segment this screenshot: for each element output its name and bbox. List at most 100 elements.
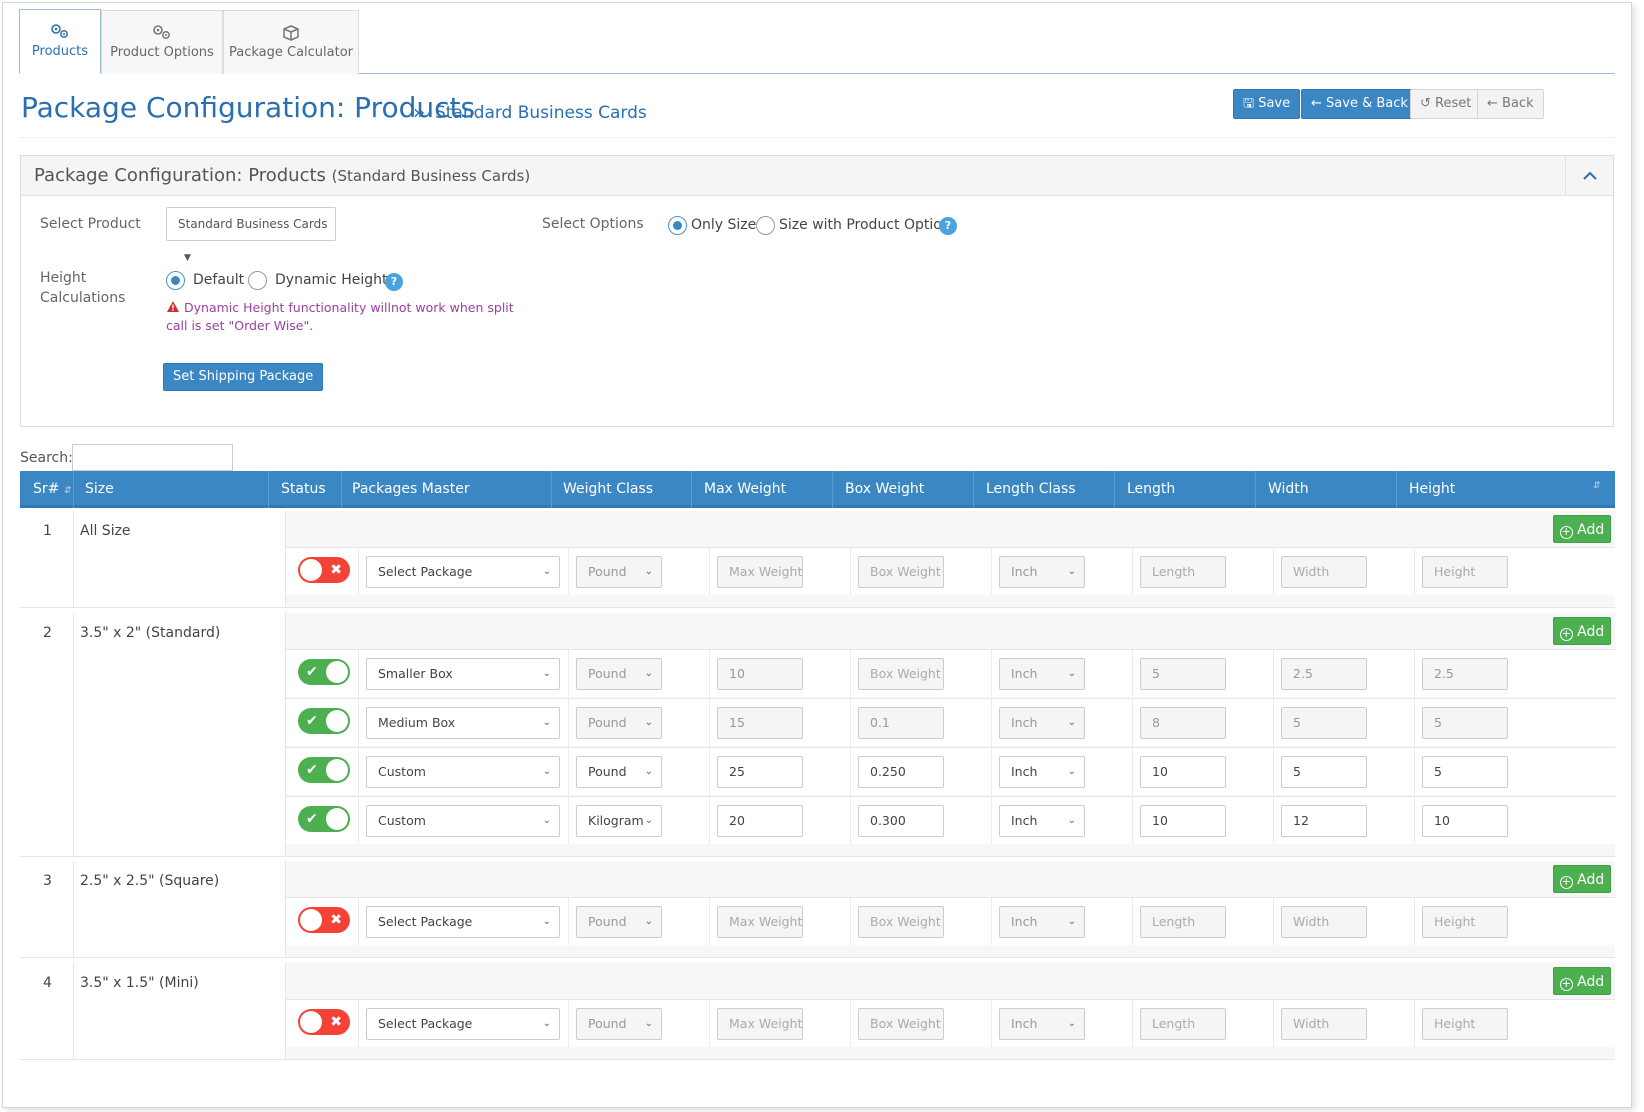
tab-product-options[interactable]: Product Options <box>101 10 223 74</box>
max-weight-input[interactable]: Max Weight <box>717 556 803 588</box>
sort-icon[interactable]: ⇵ <box>1593 481 1601 491</box>
weight-class-select[interactable]: Pound ⌄ <box>576 906 662 938</box>
radio-size-with-product-option[interactable] <box>756 216 775 235</box>
box-weight-input[interactable]: 0.1 <box>858 707 944 739</box>
width-input[interactable]: Width <box>1281 1008 1367 1040</box>
weight-class-select[interactable]: Kilogram ⌄ <box>576 805 662 837</box>
height-input[interactable]: Height <box>1422 1008 1508 1040</box>
length-class-select[interactable]: Inch ⌄ <box>999 556 1085 588</box>
length-input[interactable]: 10 <box>1140 805 1226 837</box>
toggle-knob <box>326 808 348 830</box>
width-input[interactable]: 5 <box>1281 756 1367 788</box>
box-weight-input[interactable]: Box Weight <box>858 556 944 588</box>
chevron-down-icon: ⌄ <box>644 916 653 927</box>
reset-button[interactable]: ↺ Reset <box>1410 89 1482 119</box>
height-input[interactable]: Height <box>1422 906 1508 938</box>
tab-package-calculator[interactable]: Package Calculator <box>223 10 359 74</box>
height-input[interactable]: 2.5 <box>1422 658 1508 690</box>
package-select[interactable]: Select Package ⌄ <box>366 556 560 588</box>
package-select[interactable]: Medium Box ⌄ <box>366 707 560 739</box>
package-select[interactable]: Select Package ⌄ <box>366 906 560 938</box>
weight-class-select[interactable]: Pound ⌄ <box>576 658 662 690</box>
weight-class-select[interactable]: Pound ⌄ <box>576 556 662 588</box>
length-class-select[interactable]: Inch ⌄ <box>999 658 1085 690</box>
height-input[interactable]: Height <box>1422 556 1508 588</box>
set-shipping-package-button[interactable]: Set Shipping Package <box>163 363 324 391</box>
help-icon[interactable]: ? <box>939 217 957 235</box>
length-class-select[interactable]: Inch ⌄ <box>999 756 1085 788</box>
breadcrumb[interactable]: Standard Business Cards <box>435 103 647 123</box>
length-class-select[interactable]: Inch ⌄ <box>999 707 1085 739</box>
max-weight-input[interactable]: 15 <box>717 707 803 739</box>
radio-default-height[interactable] <box>166 271 185 290</box>
box-weight-input[interactable]: Box Weight <box>858 658 944 690</box>
col-sr[interactable]: Sr# ⇵ <box>33 481 71 497</box>
box-weight-input[interactable]: Box Weight <box>858 1008 944 1040</box>
search-input[interactable] <box>72 444 233 471</box>
max-weight-input[interactable]: 20 <box>717 805 803 837</box>
length-input[interactable]: Length <box>1140 1008 1226 1040</box>
length-input[interactable]: 5 <box>1140 658 1226 690</box>
width-input[interactable]: Width <box>1281 556 1367 588</box>
max-weight-input[interactable]: 25 <box>717 756 803 788</box>
status-toggle[interactable]: ✔ <box>298 806 350 832</box>
max-weight-input[interactable]: Max Weight <box>717 1008 803 1040</box>
radio-only-size[interactable] <box>668 216 687 235</box>
height-input[interactable]: 10 <box>1422 805 1508 837</box>
weight-class-select[interactable]: Pound ⌄ <box>576 707 662 739</box>
status-toggle[interactable]: ✔ <box>298 708 350 734</box>
status-toggle[interactable]: ✖ <box>298 557 350 583</box>
package-select[interactable]: Smaller Box ⌄ <box>366 658 560 690</box>
save-button[interactable]: 🖫︎ Save <box>1233 89 1301 119</box>
length-class-select[interactable]: Inch ⌄ <box>999 1008 1085 1040</box>
status-toggle[interactable]: ✖ <box>298 907 350 933</box>
gears-icon <box>153 25 170 39</box>
status-toggle[interactable]: ✔ <box>298 757 350 783</box>
help-icon[interactable]: ? <box>385 273 403 291</box>
max-weight-input[interactable]: Max Weight <box>717 906 803 938</box>
sort-icon: ⇵ <box>63 486 72 496</box>
toggle-knob <box>300 559 322 581</box>
col-divider <box>268 471 269 508</box>
length-class-select[interactable]: Inch ⌄ <box>999 805 1085 837</box>
select-value: Inch <box>1011 715 1038 730</box>
weight-class-select[interactable]: Pound ⌄ <box>576 1008 662 1040</box>
tab-products[interactable]: Products <box>19 9 101 74</box>
box-weight-input[interactable]: 0.250 <box>858 756 944 788</box>
weight-class-select[interactable]: Pound ⌄ <box>576 756 662 788</box>
width-input[interactable]: Width <box>1281 906 1367 938</box>
length-input[interactable]: 8 <box>1140 707 1226 739</box>
add-package-button[interactable]: + Add <box>1553 967 1611 995</box>
select-value: Inch <box>1011 764 1038 779</box>
save-and-back-button[interactable]: ← Save & Back <box>1301 89 1418 119</box>
length-input[interactable]: Length <box>1140 556 1226 588</box>
package-select[interactable]: Select Package ⌄ <box>366 1008 560 1040</box>
max-weight-input[interactable]: 10 <box>717 658 803 690</box>
radio-dynamic-height[interactable] <box>248 271 267 290</box>
length-input[interactable]: Length <box>1140 906 1226 938</box>
warning-text-line1: Dynamic Height functionality willnot wor… <box>184 300 514 315</box>
status-toggle[interactable]: ✔ <box>298 659 350 685</box>
status-toggle[interactable]: ✖ <box>298 1009 350 1035</box>
package-select[interactable]: Custom ⌄ <box>366 805 560 837</box>
length-class-select[interactable]: Inch ⌄ <box>999 906 1085 938</box>
add-package-button[interactable]: + Add <box>1553 617 1611 645</box>
select-product-dropdown[interactable]: Standard Business Cards ▼ <box>166 207 336 263</box>
width-input[interactable]: 12 <box>1281 805 1367 837</box>
back-button[interactable]: ← Back <box>1477 89 1544 119</box>
length-input[interactable]: 10 <box>1140 756 1226 788</box>
package-select[interactable]: Custom ⌄ <box>366 756 560 788</box>
chevron-down-icon: ⌄ <box>644 815 653 826</box>
cell-divider <box>1273 650 1274 697</box>
height-input[interactable]: 5 <box>1422 707 1508 739</box>
box-weight-input[interactable]: Box Weight <box>858 906 944 938</box>
add-package-button[interactable]: + Add <box>1553 865 1611 893</box>
collapse-chevron-up-icon[interactable] <box>1565 156 1613 196</box>
width-input[interactable]: 2.5 <box>1281 658 1367 690</box>
box-weight-input[interactable]: 0.300 <box>858 805 944 837</box>
sr-cell: 3 <box>20 861 74 957</box>
col-length-class: Length Class <box>986 481 1076 497</box>
height-input[interactable]: 5 <box>1422 756 1508 788</box>
width-input[interactable]: 5 <box>1281 707 1367 739</box>
add-package-button[interactable]: + Add <box>1553 515 1611 543</box>
